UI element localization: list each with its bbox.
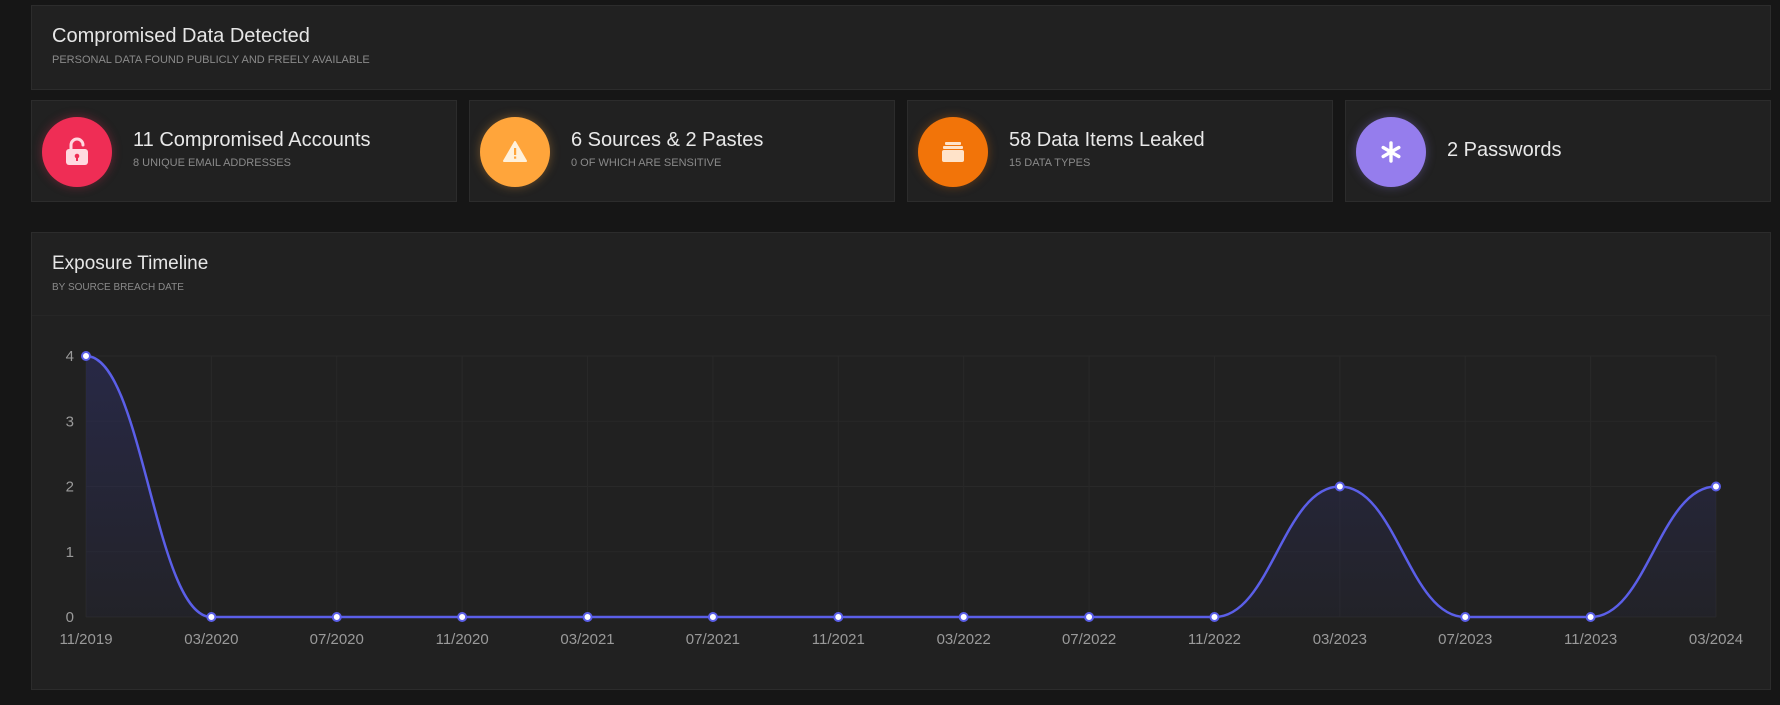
- stat-title: 58 Data Items Leaked: [1009, 129, 1205, 151]
- x-tick-label: 11/2019: [59, 631, 112, 648]
- data-point[interactable]: [206, 612, 217, 622]
- y-tick-label: 1: [66, 544, 74, 561]
- chart-grid: [85, 355, 1717, 618]
- stat-subtitle: 8 UNIQUE EMAIL ADDRESSES: [133, 157, 291, 169]
- stat-card-passwords: 2 Passwords: [1345, 100, 1771, 202]
- data-point[interactable]: [1585, 612, 1596, 622]
- x-tick-label: 03/2022: [937, 631, 991, 648]
- x-tick-label: 11/2022: [1188, 631, 1241, 648]
- stat-title: 2 Passwords: [1447, 139, 1562, 161]
- x-tick-label: 07/2021: [686, 631, 740, 648]
- data-point[interactable]: [331, 612, 342, 622]
- data-point[interactable]: [707, 612, 718, 622]
- x-tick-label: 03/2024: [1689, 631, 1743, 648]
- x-tick-label: 11/2020: [436, 631, 489, 648]
- stat-title: 11 Compromised Accounts: [133, 129, 371, 151]
- y-tick-label: 2: [66, 479, 74, 496]
- data-point[interactable]: [1334, 481, 1345, 492]
- data-point[interactable]: [582, 612, 593, 622]
- warning-icon: [480, 117, 550, 187]
- data-point[interactable]: [958, 612, 969, 622]
- stat-card-accounts: 11 Compromised Accounts 8 UNIQUE EMAIL A…: [31, 100, 457, 202]
- x-tick-label: 07/2022: [1062, 631, 1116, 648]
- stack-icon: [918, 117, 988, 187]
- page-subtitle: PERSONAL DATA FOUND PUBLICLY AND FREELY …: [52, 54, 370, 66]
- unlock-icon: [42, 117, 112, 187]
- exposure-timeline-panel: Exposure Timeline BY SOURCE BREACH DATE …: [31, 232, 1771, 690]
- exposure-timeline-chart: 0 1 2 3 4 11/2019 03/2020 07/2020 11/2020 03/202…: [59, 348, 1743, 648]
- data-point[interactable]: [1084, 612, 1095, 622]
- y-tick-label: 4: [66, 348, 74, 365]
- data-point[interactable]: [1711, 481, 1721, 492]
- x-tick-label: 03/2021: [560, 631, 614, 648]
- stat-card-data-items: 58 Data Items Leaked 15 DATA TYPES: [907, 100, 1333, 202]
- y-axis: 0 1 2 3 4: [66, 348, 74, 626]
- x-tick-label: 07/2023: [1438, 631, 1492, 648]
- data-point[interactable]: [1460, 612, 1471, 622]
- x-tick-label: 03/2023: [1313, 631, 1367, 648]
- asterisk-icon: [1356, 117, 1426, 187]
- x-tick-label: 11/2023: [1564, 631, 1617, 648]
- data-point[interactable]: [457, 612, 468, 622]
- page-title: Compromised Data Detected: [52, 25, 310, 47]
- x-tick-label: 11/2021: [812, 631, 865, 648]
- stat-card-sources: 6 Sources & 2 Pastes 0 OF WHICH ARE SENS…: [469, 100, 895, 202]
- x-tick-label: 03/2020: [184, 631, 238, 648]
- header-panel: Compromised Data Detected PERSONAL DATA …: [31, 5, 1771, 90]
- stat-subtitle: 15 DATA TYPES: [1009, 157, 1091, 169]
- y-tick-label: 0: [66, 609, 74, 626]
- data-point[interactable]: [833, 612, 844, 622]
- y-tick-label: 3: [66, 413, 74, 430]
- stat-subtitle: 0 OF WHICH ARE SENSITIVE: [571, 157, 722, 169]
- data-point[interactable]: [1209, 612, 1220, 622]
- x-tick-label: 07/2020: [310, 631, 364, 648]
- data-point[interactable]: [81, 351, 91, 361]
- stat-title: 6 Sources & 2 Pastes: [571, 129, 764, 151]
- x-axis: 11/2019 03/2020 07/2020 11/2020 03/2021 07/20…: [59, 631, 1743, 648]
